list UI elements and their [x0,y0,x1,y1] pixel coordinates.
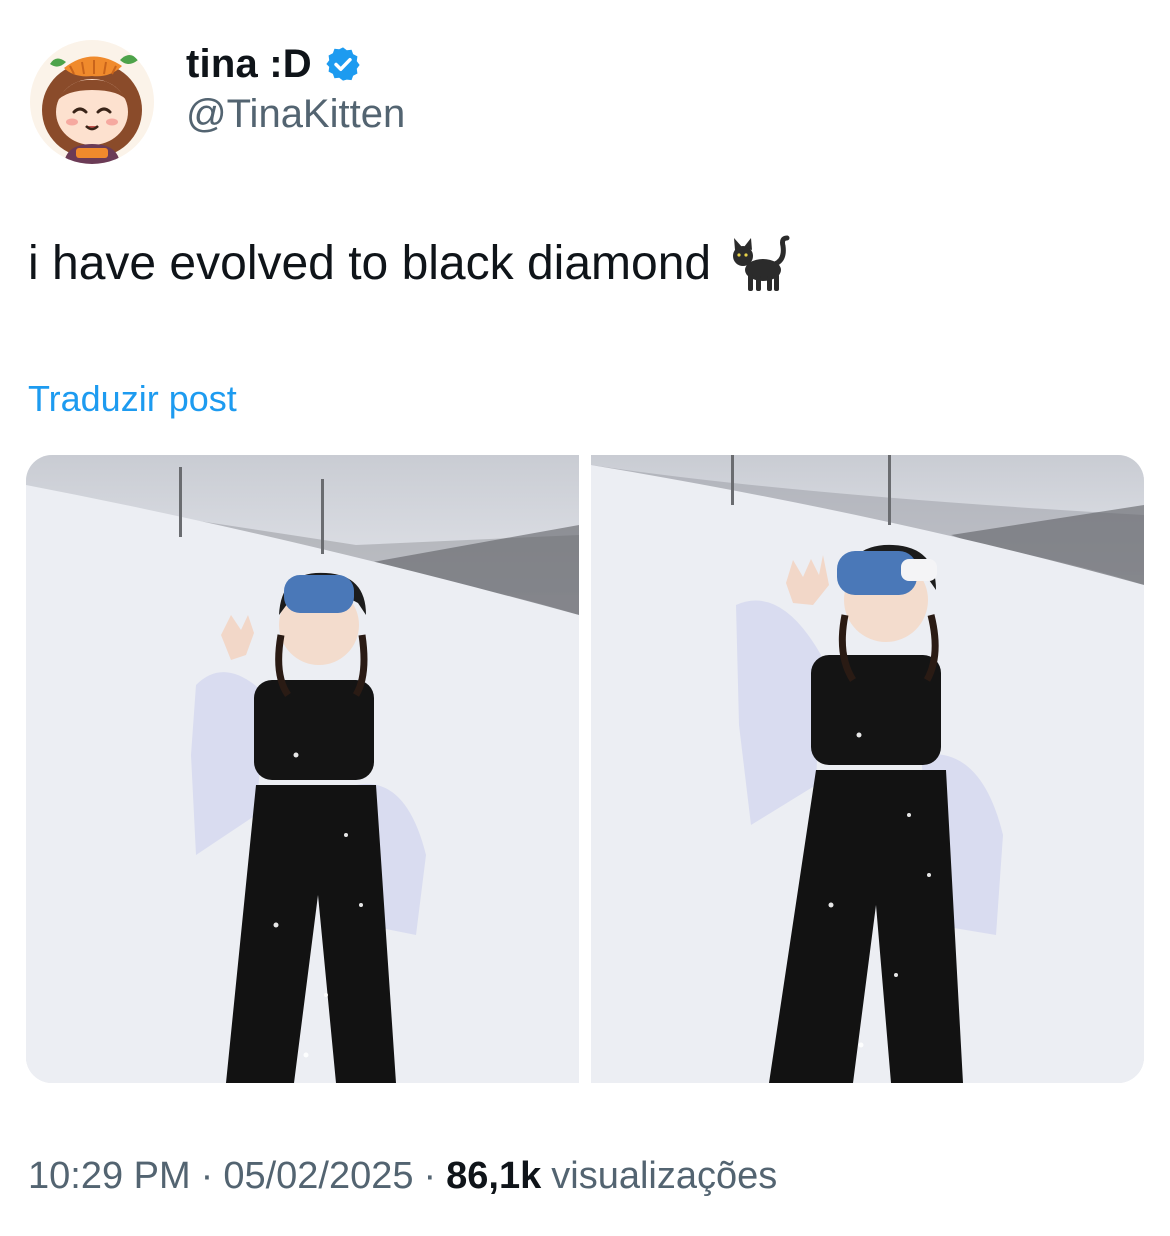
author-handle[interactable]: @TinaKitten [186,92,405,137]
snow-photo-left [26,455,579,1083]
avatar[interactable] [30,40,154,164]
post-text: i have evolved to black diamond [28,232,791,296]
post-time[interactable]: 10:29 PM [28,1155,191,1198]
translate-post-link[interactable]: Traduzir post [28,378,237,420]
black-cat-icon [729,234,791,294]
display-name[interactable]: tina :D [186,42,312,87]
tweet-meta: 10:29 PM · 05/02/2025 · 86,1k visualizaç… [28,1155,777,1198]
post-text-content: i have evolved to black diamond [28,237,712,290]
views-label: visualizações [551,1155,778,1197]
media-grid [26,455,1144,1083]
meta-separator: · [423,1155,437,1197]
snow-photo-right [591,455,1144,1083]
post-date[interactable]: 05/02/2025 [223,1155,413,1198]
avatar-illustration [30,40,154,164]
views-count: 86,1k [446,1155,542,1197]
media-photo-1[interactable] [26,455,579,1083]
tweet: tina :D @TinaKitten i have evolved to bl… [0,0,1170,1236]
author-name-row[interactable]: tina :D [186,38,362,90]
media-photo-2[interactable] [591,455,1144,1083]
verified-badge-icon [324,45,362,83]
meta-separator: · [200,1155,214,1197]
